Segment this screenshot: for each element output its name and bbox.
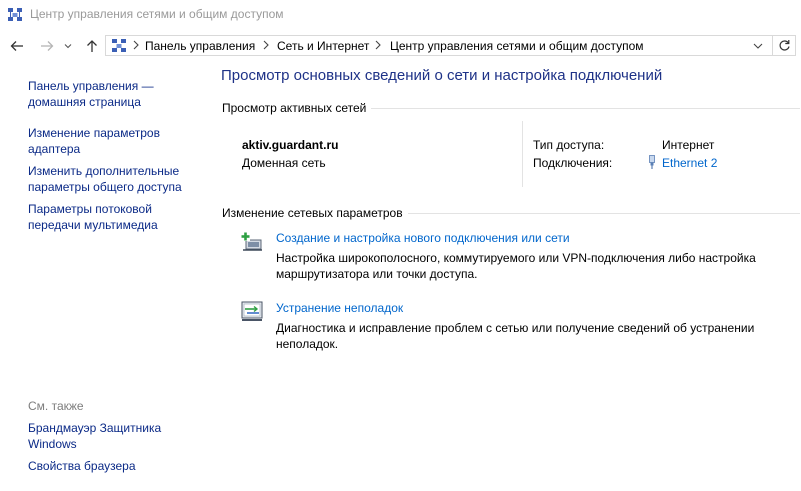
refresh-button[interactable]: [773, 35, 796, 56]
navigation-bar: Панель управления Сеть и Интернет Центр …: [0, 33, 801, 59]
new-connection-icon[interactable]: [240, 229, 264, 253]
window: Центр управления сетями и общим доступом: [0, 0, 801, 491]
recent-locations-button[interactable]: [62, 36, 74, 56]
refresh-icon: [779, 40, 790, 51]
sidebar-link-adapter-settings[interactable]: Изменение параметров адаптера: [28, 126, 203, 157]
forward-arrow-icon: [41, 41, 54, 51]
access-type-label: Тип доступа:: [533, 138, 605, 152]
up-button[interactable]: [83, 36, 101, 56]
sidebar-link-control-panel-home[interactable]: Панель управления — домашняя страница: [28, 79, 203, 110]
network-name: aktiv.guardant.ru: [242, 138, 339, 152]
chevron-right-icon[interactable]: [374, 39, 382, 51]
new-connection-link[interactable]: Создание и настройка нового подключения …: [276, 231, 570, 245]
ethernet-plug-icon: [649, 155, 655, 169]
chevron-right-icon[interactable]: [132, 39, 140, 51]
forward-button[interactable]: [38, 36, 56, 56]
page-title: Просмотр основных сведений о сети и наст…: [221, 67, 663, 84]
sidebar-link-advanced-sharing[interactable]: Изменить дополнительные параметры общего…: [28, 164, 203, 195]
back-arrow-icon: [10, 41, 23, 51]
chevron-down-icon: [64, 44, 72, 49]
up-arrow-icon: [87, 40, 97, 52]
sidebar-link-media-streaming[interactable]: Параметры потоковой передачи мультимедиа: [28, 202, 203, 233]
address-bar[interactable]: Панель управления Сеть и Интернет Центр …: [105, 35, 773, 56]
network-type: Доменная сеть: [242, 156, 326, 170]
chevron-down-icon[interactable]: [751, 39, 765, 53]
vertical-divider: [522, 121, 523, 187]
title-bar: Центр управления сетями и общим доступом: [0, 0, 801, 30]
chevron-right-icon[interactable]: [262, 39, 270, 51]
breadcrumb-item-control-panel[interactable]: Панель управления: [145, 39, 255, 53]
connections-label: Подключения:: [533, 156, 613, 170]
see-also-label: См. также: [28, 399, 84, 413]
troubleshoot-link[interactable]: Устранение неполадок: [276, 301, 403, 315]
sidebar-link-firewall[interactable]: Брандмауэр Защитника Windows: [28, 421, 203, 452]
network-center-icon: [8, 8, 22, 21]
troubleshoot-icon[interactable]: [240, 299, 264, 323]
new-connection-description: Настройка широкополосного, коммутируемог…: [276, 251, 756, 281]
window-title: Центр управления сетями и общим доступом: [30, 7, 284, 21]
breadcrumb-item-network-internet[interactable]: Сеть и Интернет: [277, 39, 369, 53]
change-settings-heading: Изменение сетевых параметров: [222, 206, 408, 220]
sidebar-link-browser-properties[interactable]: Свойства браузера: [28, 459, 203, 475]
ethernet-connection-link[interactable]: Ethernet 2: [662, 156, 717, 170]
back-button[interactable]: [8, 36, 26, 56]
network-center-icon: [112, 39, 126, 52]
breadcrumb-item-network-center[interactable]: Центр управления сетями и общим доступом: [390, 39, 644, 53]
active-networks-heading: Просмотр активных сетей: [222, 101, 372, 115]
troubleshoot-description: Диагностика и исправление проблем с сеть…: [276, 321, 755, 351]
access-type-value: Интернет: [662, 138, 715, 152]
